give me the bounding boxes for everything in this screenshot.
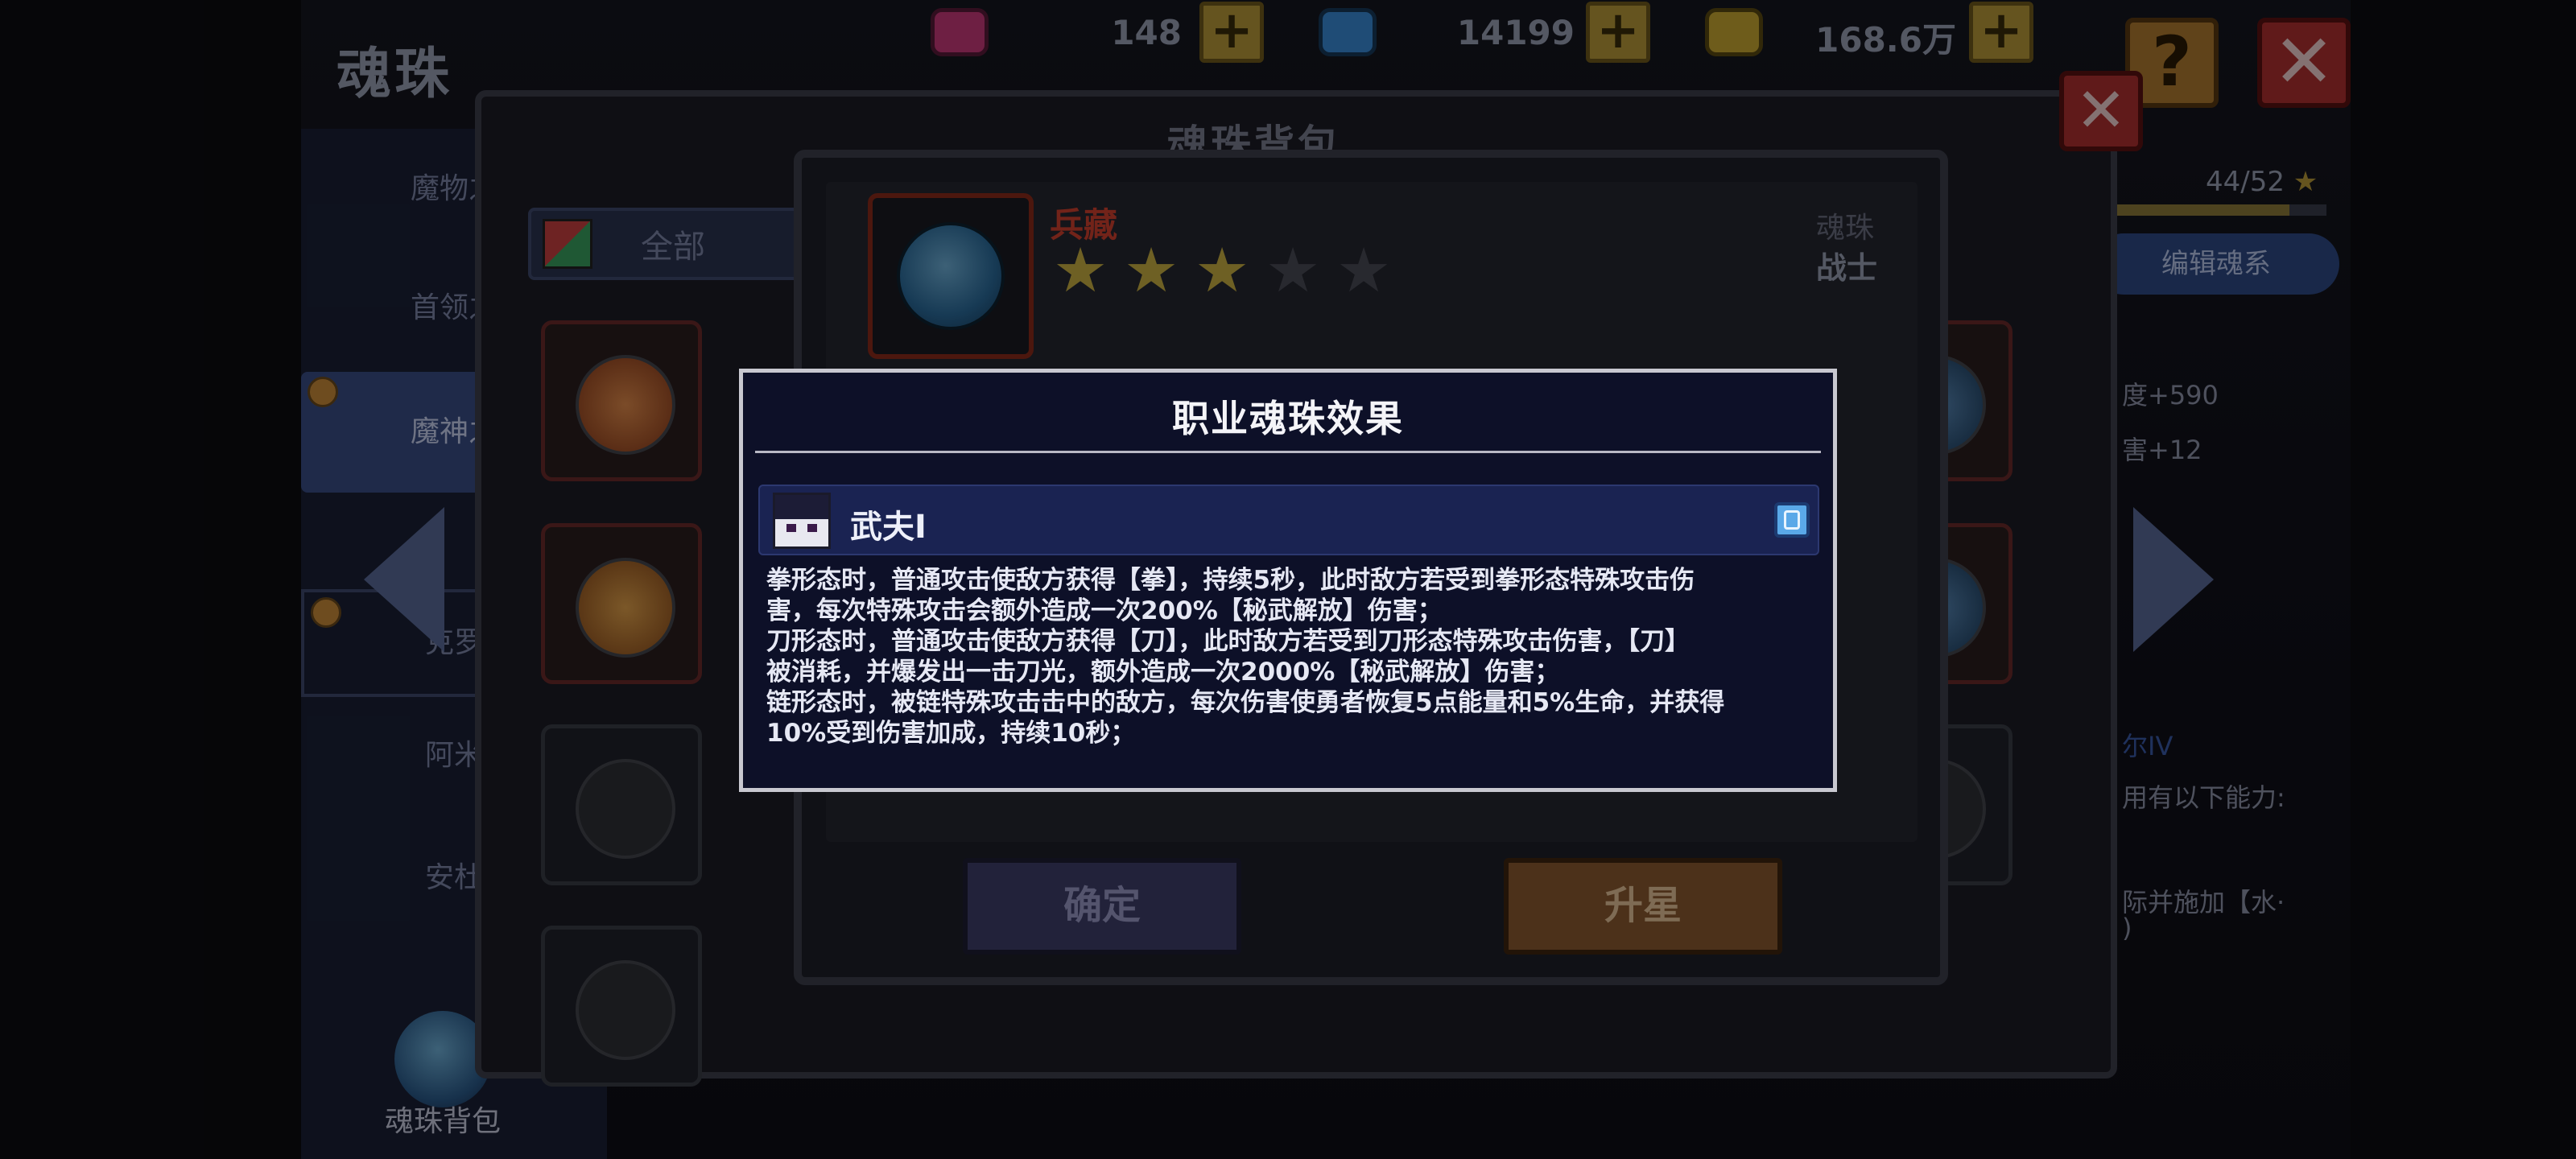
soul-type-icon	[1774, 502, 1810, 538]
modal-title: 职业魂珠效果	[1172, 397, 1404, 440]
effect-line: 刀形态时，普通攻击使敌方获得【刀】，此时敌方若受到刀形态特殊攻击伤害，【刀】	[766, 627, 1690, 656]
job-name: 武夫Ⅰ	[850, 509, 927, 546]
effect-line: 10%受到伤害加成，持续10秒；	[766, 719, 1136, 748]
effect-line: 害，每次特殊攻击会额外造成一次200%【秘武解放】伤害；	[766, 596, 1443, 625]
modal-divider	[755, 451, 1821, 453]
warrior-avatar-icon	[773, 493, 831, 549]
effect-line: 链形态时，被链特殊攻击击中的敌方，每次伤害使勇者恢复5点能量和5%生命，并获得	[766, 688, 1725, 717]
effect-line: 拳形态时，普通攻击使敌方获得【拳】，持续5秒，此时敌方若受到拳形态特殊攻击伤	[766, 566, 1695, 595]
effect-description: 拳形态时，普通攻击使敌方获得【拳】，持续5秒，此时敌方若受到拳形态特殊攻击伤 害…	[766, 565, 1813, 749]
effect-line: 被消耗，并爆发出一击刀光，额外造成一次2000%【秘武解放】伤害；	[766, 658, 1560, 687]
